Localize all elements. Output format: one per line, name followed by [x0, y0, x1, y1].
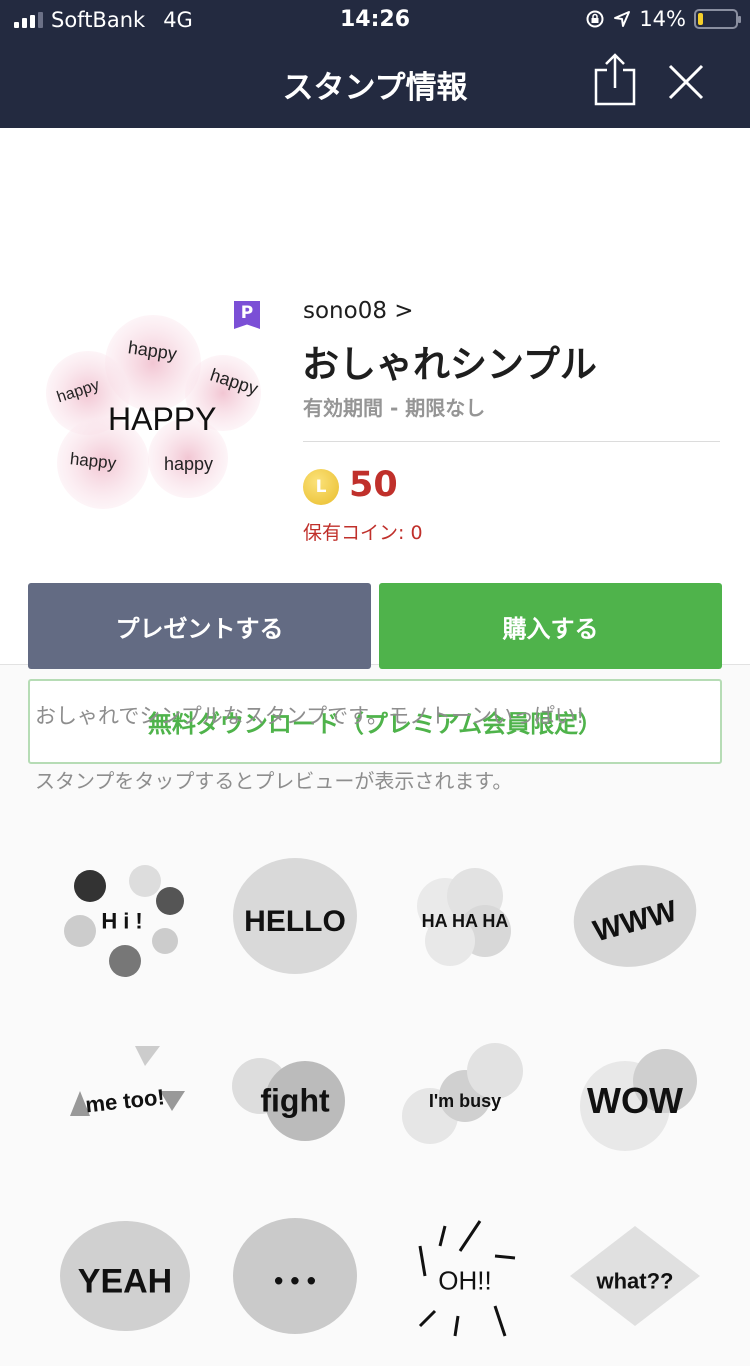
close-icon[interactable]	[666, 62, 706, 102]
page-title: スタンプ情報	[282, 70, 468, 106]
stamp-item[interactable]: YEAH	[40, 1186, 210, 1366]
battery-percent: 14%	[639, 7, 686, 31]
buy-button[interactable]: 購入する	[379, 583, 722, 669]
stamp-item[interactable]: WOW	[550, 1006, 720, 1186]
stamp-image: WOW	[580, 1049, 697, 1151]
stamp-item[interactable]: HELLO	[210, 826, 380, 1006]
product-thumbnail[interactable]: happy happy happy HAPPY happy happy	[38, 308, 268, 518]
description-text: おしゃれでシンプルなスタンプです。モノトーンいっぱい!	[35, 704, 585, 728]
nav-bar: スタンプ情報	[0, 40, 750, 128]
stamp-label: what??	[596, 1268, 674, 1293]
thumb-main-text: HAPPY	[108, 401, 216, 437]
stamp-label: YEAH	[78, 1262, 172, 1300]
stamp-image: what??	[570, 1226, 700, 1326]
stamp-image: me too!	[70, 1046, 185, 1117]
stamp-image: Hi!	[64, 865, 184, 977]
battery-icon	[694, 9, 741, 29]
location-icon	[614, 11, 631, 27]
present-button[interactable]: プレゼントする	[28, 583, 371, 669]
stamp-image: • • •	[233, 1218, 357, 1334]
stamp-label: me too!	[84, 1084, 166, 1117]
status-bar: SoftBank 4G 14:26 14%	[0, 0, 750, 40]
stamp-item[interactable]: Hi!	[40, 826, 210, 1006]
stamp-item[interactable]: HA HA HA	[380, 826, 550, 1006]
stamp-image: HA HA HA	[417, 868, 511, 966]
stamp-label: HELLO	[244, 905, 346, 938]
thumb-small-text: happy	[164, 454, 213, 474]
stamp-label: OH!!	[438, 1266, 491, 1296]
stamp-item[interactable]: fight	[210, 1006, 380, 1186]
stamp-item[interactable]: • • •	[210, 1186, 380, 1366]
rotation-lock-icon	[586, 10, 604, 28]
stamp-item[interactable]: what??	[550, 1186, 720, 1366]
share-icon[interactable]	[594, 52, 636, 106]
divider	[303, 441, 720, 442]
stamp-image: HELLO	[233, 858, 357, 974]
stamp-item[interactable]: I'm busy	[380, 1006, 550, 1186]
stamp-item[interactable]: OH!!	[380, 1186, 550, 1366]
stamp-label: fight	[260, 1083, 330, 1119]
preview-hint: スタンプをタップするとプレビューが表示されます。	[35, 769, 513, 793]
stamp-label: Hi!	[101, 908, 148, 933]
owned-coins: 保有コイン: 0	[303, 522, 423, 544]
product-name: おしゃれシンプル	[302, 343, 597, 386]
line-coin-icon: L	[303, 469, 339, 505]
stamp-label: WOW	[587, 1080, 683, 1121]
price: 50	[349, 465, 398, 505]
stamp-grid: Hi! HELLO HA HA HA WWW me too! fight I'm busy W…	[40, 826, 720, 1366]
stamp-item[interactable]: me too!	[40, 1006, 210, 1186]
stamp-label: HA HA HA	[422, 911, 509, 931]
stamp-image: WWW	[573, 865, 697, 967]
top-bar: SoftBank 4G 14:26 14% スタンプ情報	[0, 0, 750, 128]
stamp-image: YEAH	[60, 1221, 190, 1331]
stamp-image: fight	[232, 1058, 345, 1141]
validity-period: 有効期間 - 期限なし	[303, 396, 486, 420]
stamp-item[interactable]: WWW	[550, 826, 720, 1006]
stamp-label: I'm busy	[429, 1091, 501, 1111]
product-info: happy happy happy HAPPY happy happy P so…	[0, 128, 750, 764]
stamp-image: I'm busy	[402, 1043, 523, 1144]
stamp-image: OH!!	[418, 1220, 516, 1337]
stamp-label: • • •	[274, 1266, 316, 1296]
author-link[interactable]: sono08 >	[303, 298, 414, 324]
